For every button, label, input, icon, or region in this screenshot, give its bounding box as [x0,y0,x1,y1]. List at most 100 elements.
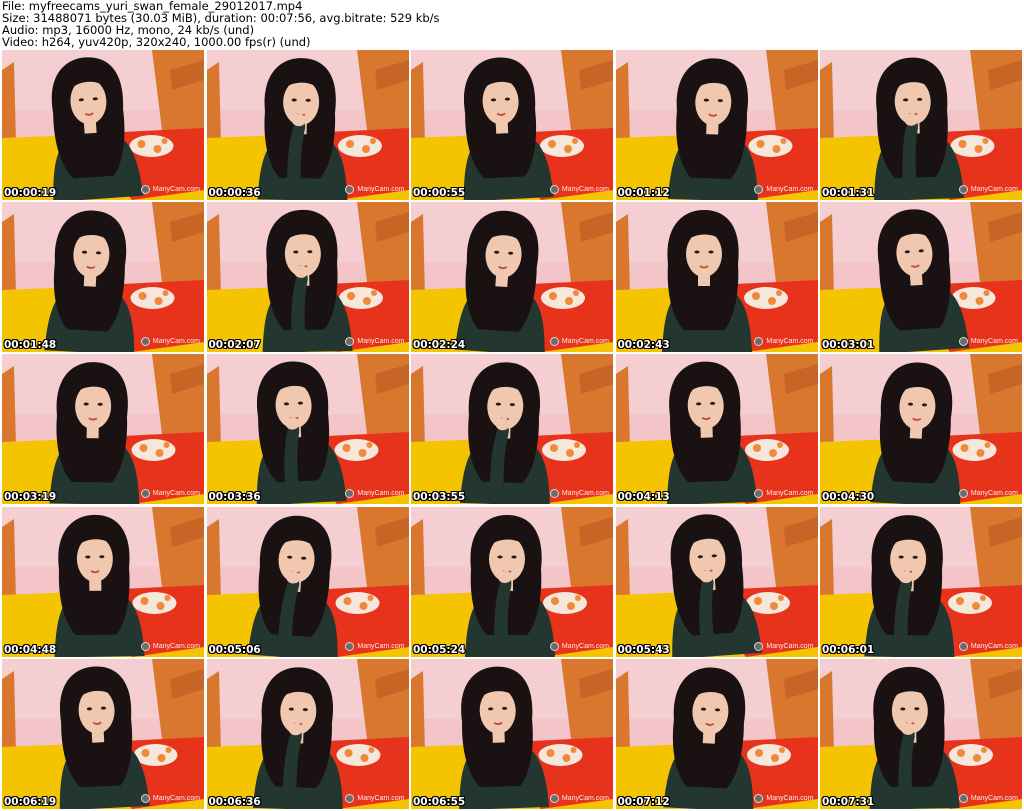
webcam-frame-image [411,354,613,505]
webcam-frame-image [615,50,818,200]
manycam-watermark: ManyCam.com [140,337,200,347]
video-thumbnail: 00:05:24 ManyCam.com [411,506,613,657]
thumbnail-timestamp: 00:07:31 [822,795,875,808]
webcam-frame-image [2,202,204,353]
watermark-text: ManyCam.com [766,490,814,498]
manycam-watermark: ManyCam.com [549,641,609,651]
webcam-logo-icon [754,185,764,194]
webcam-frame-image [2,50,204,200]
webcam-logo-icon [958,185,968,194]
manycam-watermark: ManyCam.com [958,641,1018,651]
webcam-logo-icon [958,641,968,651]
thumbnail-timestamp: 00:00:19 [4,187,57,199]
watermark-text: ManyCam.com [766,794,814,802]
webcam-frame-image [615,658,818,809]
manycam-watermark: ManyCam.com [140,793,200,803]
manycam-watermark: ManyCam.com [345,793,405,803]
manycam-watermark: ManyCam.com [754,185,814,194]
webcam-logo-icon [345,185,355,194]
manycam-watermark: ManyCam.com [958,337,1018,347]
thumbnail-timestamp: 00:04:13 [617,491,670,504]
video-thumbnail: 00:06:36 ManyCam.com [206,658,409,809]
webcam-logo-icon [140,641,150,651]
thumbnail-timestamp: 00:06:55 [413,795,466,808]
thumbnail-timestamp: 00:06:01 [822,643,875,656]
video-thumbnail: 00:01:31 ManyCam.com [820,50,1022,200]
watermark-text: ManyCam.com [766,338,814,346]
video-thumbnail: 00:03:19 ManyCam.com [2,354,204,505]
thumbnail-timestamp: 00:03:01 [822,339,875,352]
watermark-text: ManyCam.com [357,490,405,498]
webcam-logo-icon [958,489,968,499]
manycam-watermark: ManyCam.com [754,489,814,499]
watermark-text: ManyCam.com [357,186,405,193]
watermark-text: ManyCam.com [561,338,609,346]
thumbnail-timestamp: 00:03:55 [413,491,466,504]
webcam-logo-icon [754,489,764,499]
manycam-watermark: ManyCam.com [140,641,200,651]
thumbnail-timestamp: 00:07:12 [617,795,670,808]
video-thumbnail: 00:03:55 ManyCam.com [411,354,613,505]
webcam-logo-icon [140,185,150,194]
watermark-text: ManyCam.com [970,338,1018,346]
video-thumbnail: 00:01:12 ManyCam.com [615,50,818,200]
watermark-text: ManyCam.com [357,642,405,650]
webcam-frame-image [820,50,1022,200]
webcam-frame-image [820,658,1022,809]
webcam-frame-image [411,202,613,353]
video-thumbnail: 00:02:24 ManyCam.com [411,202,613,353]
video-thumbnail: 00:03:01 ManyCam.com [820,202,1022,353]
thumbnail-timestamp: 00:01:31 [822,187,875,199]
thumbnail-timestamp: 00:05:24 [413,643,466,656]
watermark-text: ManyCam.com [970,642,1018,650]
thumbnail-timestamp: 00:02:07 [208,339,261,352]
webcam-frame-image [820,506,1022,657]
manycam-watermark: ManyCam.com [140,185,200,194]
thumbnail-timestamp: 00:05:06 [208,643,261,656]
webcam-logo-icon [754,337,764,347]
webcam-frame-image [206,658,409,809]
thumbnail-timestamp: 00:06:36 [208,795,261,808]
watermark-text: ManyCam.com [766,186,814,193]
watermark-text: ManyCam.com [561,186,609,193]
thumbnail-timestamp: 00:00:55 [413,187,466,199]
thumbnail-timestamp: 00:05:43 [617,643,670,656]
webcam-frame-image [615,354,818,505]
manycam-watermark: ManyCam.com [345,337,405,347]
webcam-frame-image [615,202,818,353]
video-thumbnail: 00:01:48 ManyCam.com [2,202,204,353]
video-thumbnail: 00:00:36 ManyCam.com [206,50,409,200]
watermark-text: ManyCam.com [766,642,814,650]
video-thumbnail: 00:07:31 ManyCam.com [820,658,1022,809]
thumbnail-grid: 00:00:19 ManyCam.com 00:00:36 ManyCam.com 00… [2,50,1022,811]
manycam-watermark: ManyCam.com [958,185,1018,194]
webcam-frame-image [615,506,818,657]
manycam-watermark: ManyCam.com [754,793,814,803]
webcam-logo-icon [549,337,559,347]
thumbnail-timestamp: 00:02:43 [617,339,670,352]
webcam-logo-icon [754,641,764,651]
manycam-watermark: ManyCam.com [754,337,814,347]
thumbnail-timestamp: 00:04:48 [4,643,57,656]
manycam-watermark: ManyCam.com [549,489,609,499]
watermark-text: ManyCam.com [561,642,609,650]
webcam-frame-image [2,506,204,657]
webcam-logo-icon [549,641,559,651]
video-thumbnail: 00:05:06 ManyCam.com [206,506,409,657]
webcam-logo-icon [549,793,559,803]
manycam-watermark: ManyCam.com [958,793,1018,803]
webcam-logo-icon [140,337,150,347]
video-info-line: Video: h264, yuv420p, 320x240, 1000.00 f… [2,35,311,49]
webcam-logo-icon [345,489,355,499]
watermark-text: ManyCam.com [561,490,609,498]
thumbnail-timestamp: 00:00:36 [208,187,261,199]
video-thumbnail: 00:04:48 ManyCam.com [2,506,204,657]
watermark-text: ManyCam.com [152,338,200,346]
webcam-frame-image [820,354,1022,505]
manycam-watermark: ManyCam.com [549,337,609,347]
manycam-watermark: ManyCam.com [549,185,609,194]
webcam-frame-image [206,202,409,353]
video-thumbnail: 00:02:43 ManyCam.com [615,202,818,353]
manycam-watermark: ManyCam.com [549,793,609,803]
manycam-watermark: ManyCam.com [345,641,405,651]
